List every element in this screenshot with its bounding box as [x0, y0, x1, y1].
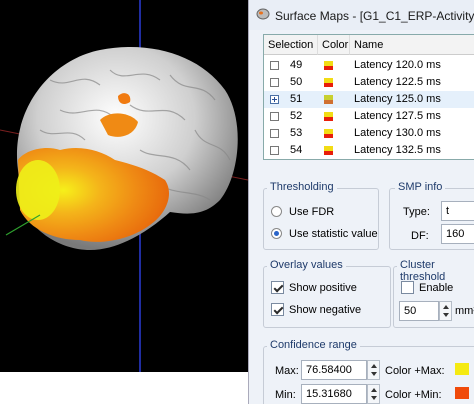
map-list[interactable]: Selection Color Name 49 Latency 120.0 ms 5… — [263, 34, 474, 160]
color-min-label: Color +Min: — [385, 389, 442, 401]
window-title: Surface Maps - [G1_C1_ERP-Activity.smp] — [275, 9, 474, 23]
map-select-checkbox[interactable] — [270, 61, 279, 70]
max-input[interactable]: 76.58400 — [301, 360, 367, 380]
use-fdr-radio[interactable] — [271, 206, 282, 217]
map-select-checkbox[interactable] — [270, 95, 279, 104]
show-positive-label: Show positive — [289, 282, 357, 294]
map-color-swatch — [324, 95, 333, 104]
min-label: Min: — [275, 389, 296, 401]
color-max-swatch[interactable] — [455, 363, 469, 375]
map-color-swatch — [324, 146, 333, 155]
use-statistic-radio[interactable] — [271, 228, 282, 239]
map-name: Latency 132.5 ms — [354, 144, 441, 156]
use-fdr-label: Use FDR — [289, 206, 335, 218]
thresholding-group — [263, 188, 379, 250]
map-row[interactable]: 49 Latency 120.0 ms — [264, 57, 474, 74]
map-row[interactable]: 53 Latency 130.0 ms — [264, 125, 474, 142]
use-statistic-label: Use statistic value — [289, 228, 378, 240]
map-row[interactable]: 51 Latency 125.0 ms — [264, 91, 474, 108]
smp-info-title: SMP info — [395, 181, 446, 193]
color-max-label: Color +Max: — [385, 365, 445, 377]
map-name: Latency 125.0 ms — [354, 93, 441, 105]
map-name: Latency 127.5 ms — [354, 110, 441, 122]
surface-maps-icon — [256, 8, 270, 20]
map-row[interactable]: 54 Latency 132.5 ms — [264, 142, 474, 159]
map-select-checkbox[interactable] — [270, 112, 279, 121]
map-number: 51 — [290, 93, 303, 105]
cluster-threshold-title: Cluster threshold — [397, 259, 474, 283]
df-field: 160 — [441, 224, 474, 244]
confidence-range-title: Confidence range — [267, 339, 360, 351]
map-name: Latency 122.5 ms — [354, 76, 441, 88]
map-number: 50 — [290, 76, 303, 88]
map-select-checkbox[interactable] — [270, 129, 279, 138]
show-negative-label: Show negative — [289, 304, 362, 316]
column-selection[interactable]: Selection — [264, 35, 318, 55]
map-name: Latency 120.0 ms — [354, 59, 441, 71]
df-label: DF: — [411, 230, 429, 242]
map-row[interactable]: 55Latency 135.0 ms — [264, 159, 474, 160]
map-select-checkbox[interactable] — [270, 78, 279, 87]
min-input[interactable]: 15.31680 — [301, 384, 367, 404]
type-field: t — [441, 201, 474, 221]
max-spinner[interactable] — [367, 360, 380, 380]
color-min-swatch[interactable] — [455, 387, 469, 399]
map-number: 53 — [290, 127, 303, 139]
cluster-size-input[interactable]: 50 — [399, 301, 439, 321]
title-bar[interactable]: Surface Maps - [G1_C1_ERP-Activity.smp] — [249, 0, 474, 30]
brain-render — [0, 0, 248, 372]
map-color-swatch — [324, 129, 333, 138]
column-color[interactable]: Color — [318, 35, 350, 55]
min-spinner[interactable] — [367, 384, 380, 404]
map-number: 52 — [290, 110, 303, 122]
cluster-unit: mm² — [455, 305, 474, 317]
cluster-enable-label: Enable — [419, 282, 454, 294]
overlay-values-title: Overlay values — [267, 259, 346, 271]
map-select-checkbox[interactable] — [270, 146, 279, 155]
map-color-swatch — [324, 78, 333, 87]
show-positive-checkbox[interactable] — [271, 281, 284, 294]
map-row[interactable]: 50 Latency 122.5 ms — [264, 74, 474, 91]
map-color-swatch — [324, 112, 333, 121]
overlay-values-group — [263, 266, 391, 328]
map-number: 54 — [290, 144, 303, 156]
show-negative-checkbox[interactable] — [271, 303, 284, 316]
column-name[interactable]: Name — [350, 35, 474, 55]
map-color-swatch — [324, 61, 333, 70]
map-name: Latency 130.0 ms — [354, 127, 441, 139]
thresholding-title: Thresholding — [267, 181, 337, 193]
max-label: Max: — [275, 365, 299, 377]
type-label: Type: — [403, 206, 430, 218]
map-row[interactable]: 52 Latency 127.5 ms — [264, 108, 474, 125]
map-number: 49 — [290, 59, 303, 71]
viewport-footer — [0, 372, 248, 404]
cluster-size-spinner[interactable] — [439, 301, 452, 321]
surface-viewport[interactable] — [0, 0, 248, 372]
cluster-enable-checkbox[interactable] — [401, 281, 414, 294]
surface-maps-window: Surface Maps - [G1_C1_ERP-Activity.smp] … — [248, 0, 474, 404]
